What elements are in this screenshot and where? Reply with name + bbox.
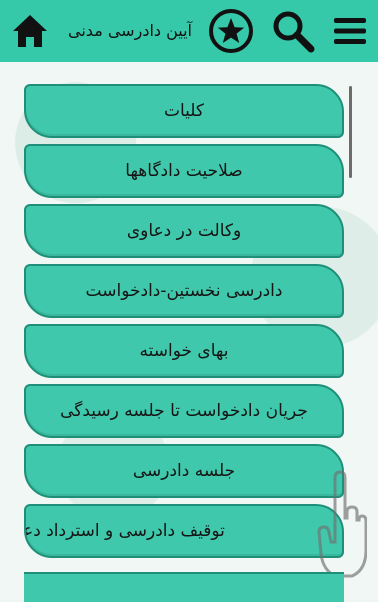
list-item-label: جلسه دادرسی (132, 461, 236, 481)
app-title: آیین دادرسی مدنی (68, 21, 192, 40)
list-item[interactable]: دادرسی نخستین-دادخواست (24, 264, 344, 318)
pointer-hand-icon (317, 470, 367, 578)
chapter-list: کلیات صلاحیت دادگاهها وکالت در دعاوی داد… (24, 84, 344, 564)
list-item[interactable]: توقیف دادرسی و استرداد دعوا و (24, 504, 344, 558)
list-item-partial[interactable] (24, 572, 344, 602)
star-icon (209, 9, 253, 53)
list-item-label: دادرسی نخستین-دادخواست (85, 281, 283, 301)
list-item[interactable]: بهای خواسته (24, 324, 344, 378)
list-item[interactable]: صلاحیت دادگاهها (24, 144, 344, 198)
list-item-label: جریان دادخواست تا جلسه رسیدگی (60, 401, 308, 421)
hamburger-menu-icon (334, 18, 366, 44)
list-item[interactable]: جریان دادخواست تا جلسه رسیدگی (24, 384, 344, 438)
home-button[interactable] (8, 0, 52, 62)
search-icon (273, 11, 315, 53)
list-item-label: کلیات (163, 101, 205, 121)
list-item-label: صلاحیت دادگاهها (125, 161, 243, 181)
scrollbar-thumb[interactable] (349, 86, 352, 178)
app-toolbar: آیین دادرسی مدنی (0, 0, 378, 62)
list-item-label: بهای خواسته (139, 341, 229, 361)
list-item[interactable]: جلسه دادرسی (24, 444, 344, 498)
list-item-label: توقیف دادرسی و استرداد دعوا و (24, 521, 225, 541)
menu-button[interactable] (330, 0, 370, 62)
list-item[interactable]: وکالت در دعاوی (24, 204, 344, 258)
list-item[interactable]: کلیات (24, 84, 344, 138)
list-item-label: وکالت در دعاوی (126, 221, 242, 241)
swipe-hint (315, 470, 369, 580)
home-icon (13, 15, 47, 47)
search-button[interactable] (268, 0, 318, 62)
favorites-button[interactable] (206, 0, 256, 62)
